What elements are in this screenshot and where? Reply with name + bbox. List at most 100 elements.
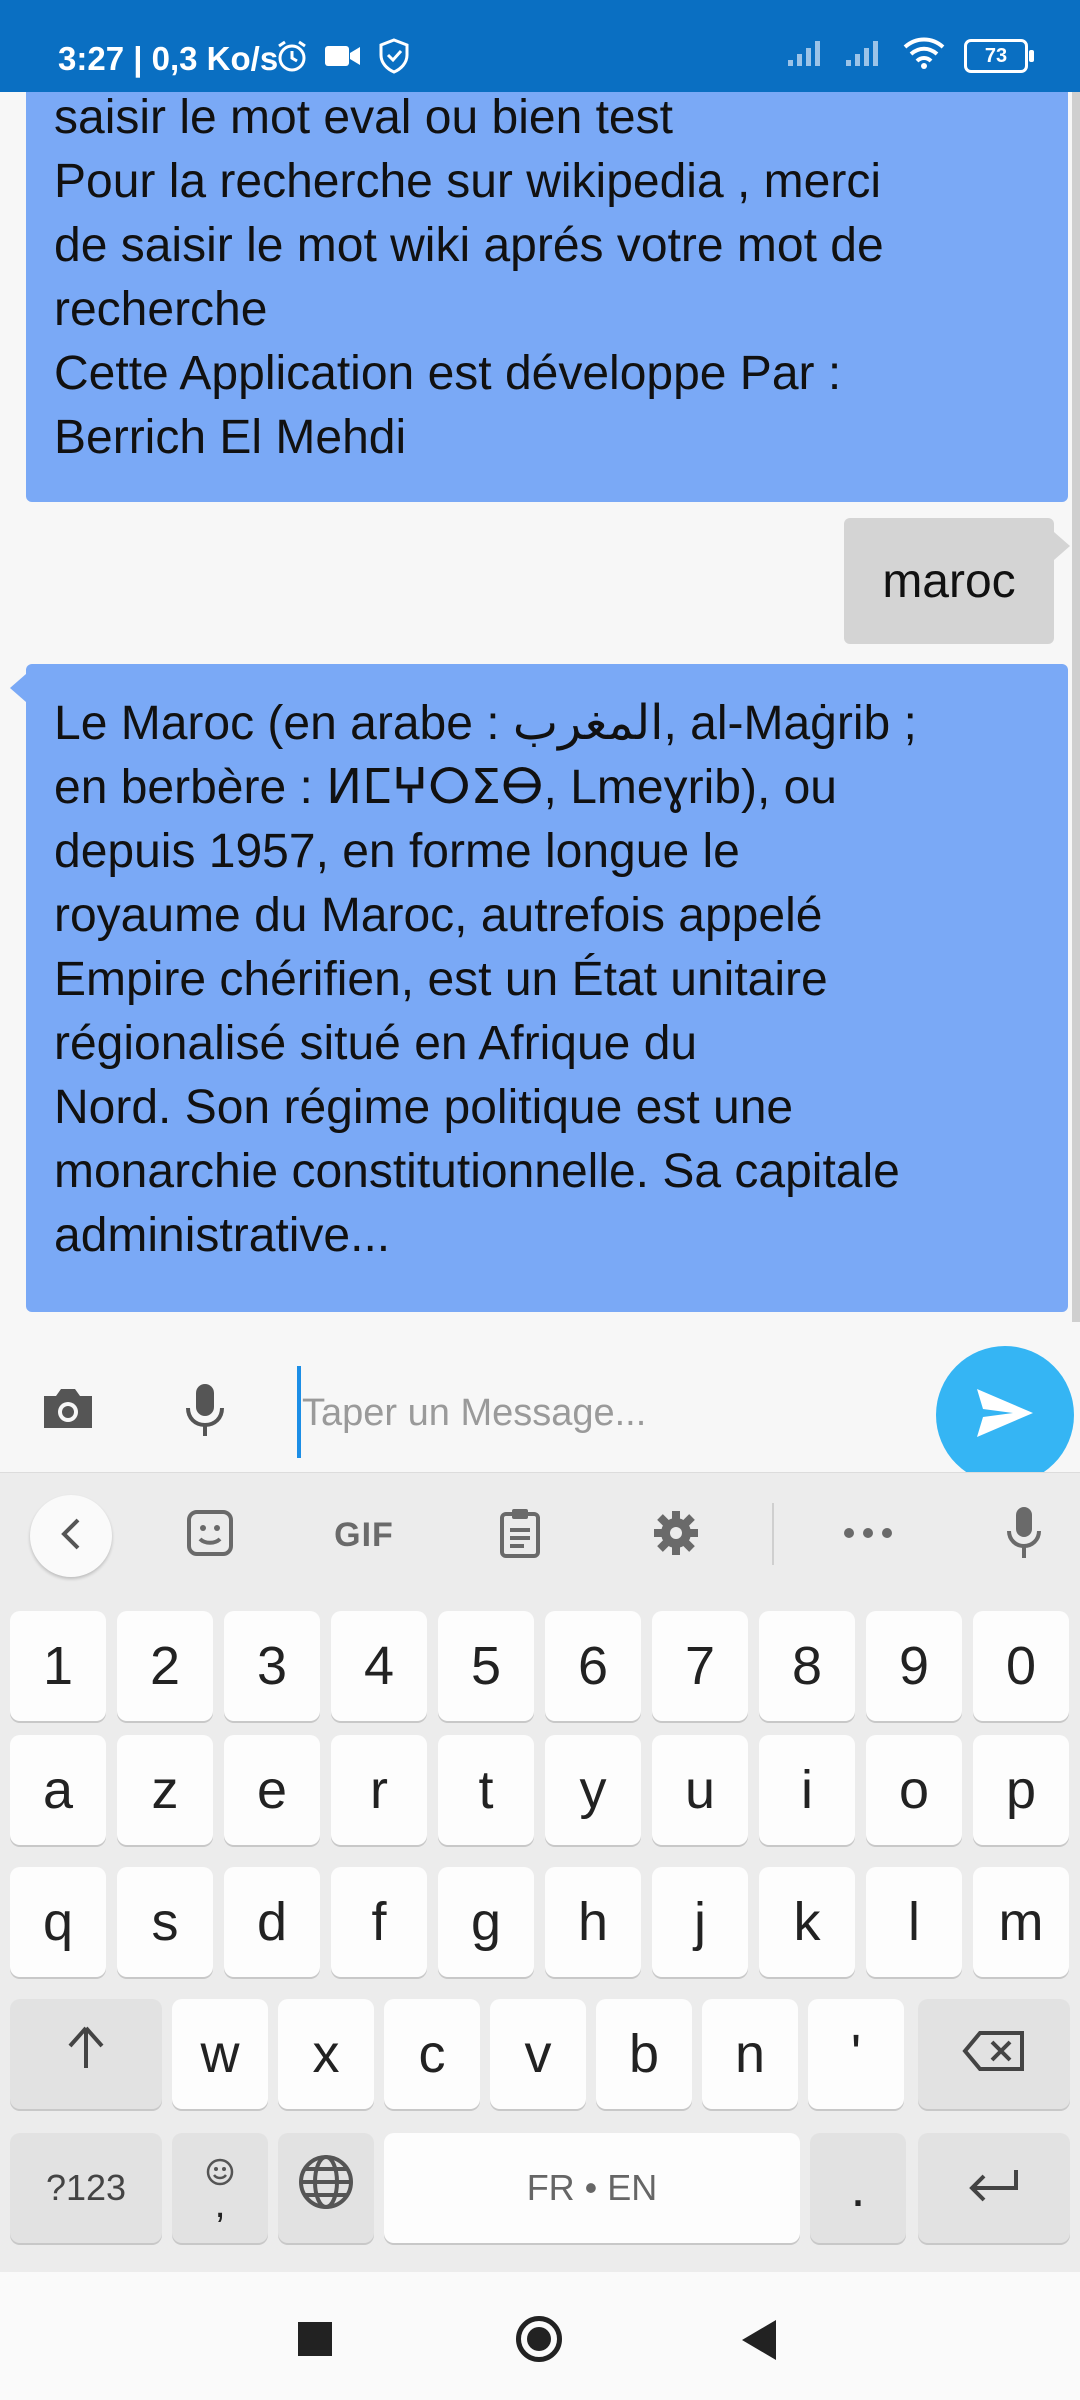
- key-k[interactable]: k: [759, 1867, 855, 1977]
- key-u[interactable]: u: [652, 1735, 748, 1845]
- key-w[interactable]: w: [172, 1999, 268, 2109]
- backspace-icon: [962, 2023, 1026, 2085]
- voice-input-button[interactable]: [984, 1495, 1064, 1575]
- more-button[interactable]: [828, 1495, 908, 1575]
- key-r[interactable]: r: [331, 1735, 427, 1845]
- key-x[interactable]: x: [278, 1999, 374, 2109]
- gif-button[interactable]: GIF: [324, 1495, 404, 1575]
- keyboard-back-button[interactable]: [30, 1495, 112, 1577]
- message-line: Empire chérifien, est un État unitaire: [54, 953, 828, 1006]
- space-bar[interactable]: FR • EN: [384, 2133, 800, 2243]
- key-i[interactable]: i: [759, 1735, 855, 1845]
- message-line: royaume du Maroc, autrefois appelé: [54, 889, 823, 942]
- message-line: Le Maroc (en arabe : المغرب, al-Maġrib ;: [54, 697, 917, 750]
- key-9[interactable]: 9: [866, 1611, 962, 1721]
- microphone-icon: [1004, 1505, 1044, 1566]
- chevron-left-icon: [56, 1516, 86, 1557]
- period-key[interactable]: .: [810, 2133, 906, 2243]
- message-composer: [0, 1322, 1080, 1484]
- keyboard-toolbar: GIF: [0, 1473, 1080, 1591]
- sticker-button[interactable]: [170, 1495, 250, 1575]
- message-line: Cette Application est développe Par :: [54, 347, 842, 400]
- key-q[interactable]: q: [10, 1867, 106, 1977]
- key-n[interactable]: n: [702, 1999, 798, 2109]
- key-apostrophe[interactable]: ': [808, 1999, 904, 2109]
- key-5[interactable]: 5: [438, 1611, 534, 1721]
- clipboard-button[interactable]: [480, 1495, 560, 1575]
- symbols-key[interactable]: ?123: [10, 2133, 162, 2243]
- recents-button[interactable]: [298, 2322, 332, 2356]
- key-7[interactable]: 7: [652, 1611, 748, 1721]
- alarm-icon: [275, 39, 309, 78]
- key-j[interactable]: j: [652, 1867, 748, 1977]
- message-line: recherche: [54, 283, 268, 336]
- key-b[interactable]: b: [596, 1999, 692, 2109]
- comma-label: ,: [214, 2182, 226, 2226]
- key-g[interactable]: g: [438, 1867, 534, 1977]
- key-s[interactable]: s: [117, 1867, 213, 1977]
- message-line: Berrich El Mehdi: [54, 411, 407, 464]
- signal-icon: [844, 38, 884, 73]
- key-l[interactable]: l: [866, 1867, 962, 1977]
- language-key[interactable]: [278, 2133, 374, 2243]
- send-icon: [973, 1385, 1037, 1446]
- key-c[interactable]: c: [384, 1999, 480, 2109]
- key-0[interactable]: 0: [973, 1611, 1069, 1721]
- clipboard-icon: [498, 1506, 542, 1565]
- chat-area[interactable]: saisir le mot eval ou bien test Pour la …: [0, 92, 1080, 1322]
- key-8[interactable]: 8: [759, 1611, 855, 1721]
- bot-message: Le Maroc (en arabe : المغرب, al-Maġrib ;…: [10, 664, 1068, 1312]
- settings-button[interactable]: [636, 1495, 716, 1575]
- back-button[interactable]: [742, 2320, 776, 2360]
- bot-message: saisir le mot eval ou bien test Pour la …: [26, 92, 1068, 502]
- wifi-icon: [902, 36, 946, 75]
- message-line: administrative...: [54, 1209, 391, 1262]
- shift-key[interactable]: [10, 1999, 162, 2109]
- enter-icon: [966, 2157, 1022, 2219]
- emoji-comma-key[interactable]: ,: [172, 2133, 268, 2243]
- send-button[interactable]: [936, 1346, 1074, 1484]
- key-o[interactable]: o: [866, 1735, 962, 1845]
- key-m[interactable]: m: [973, 1867, 1069, 1977]
- microphone-icon[interactable]: [182, 1380, 228, 1445]
- key-e[interactable]: e: [224, 1735, 320, 1845]
- shift-arrow-icon: [64, 2023, 108, 2085]
- key-t[interactable]: t: [438, 1735, 534, 1845]
- key-h[interactable]: h: [545, 1867, 641, 1977]
- key-f[interactable]: f: [331, 1867, 427, 1977]
- key-a[interactable]: a: [10, 1735, 106, 1845]
- message-line: depuis 1957, en forme longue le: [54, 825, 740, 878]
- home-button[interactable]: [516, 2316, 562, 2362]
- battery-icon: 73: [964, 38, 1034, 73]
- message-line: saisir le mot eval ou bien test: [54, 92, 673, 144]
- message-line: Nord. Son régime politique est une: [54, 1081, 794, 1134]
- shield-icon: [377, 38, 411, 79]
- enter-key[interactable]: [918, 2133, 1070, 2243]
- message-line: Pour la recherche sur wikipedia , merci: [54, 155, 881, 208]
- scrollbar[interactable]: [1072, 92, 1080, 1322]
- key-z[interactable]: z: [117, 1735, 213, 1845]
- sticker-icon: [185, 1508, 235, 1563]
- camera-icon[interactable]: [38, 1384, 98, 1439]
- message-input[interactable]: [300, 1374, 924, 1452]
- key-2[interactable]: 2: [117, 1611, 213, 1721]
- status-time: 3:27 | 0,3 Ko/s: [58, 40, 279, 77]
- key-v[interactable]: v: [490, 1999, 586, 2109]
- key-6[interactable]: 6: [545, 1611, 641, 1721]
- status-bar: 3:27 | 0,3 Ko/s 73: [0, 0, 1080, 92]
- key-3[interactable]: 3: [224, 1611, 320, 1721]
- message-line: monarchie constitutionnelle. Sa capitale: [54, 1145, 900, 1198]
- message-line: régionalisé situé en Afrique du: [54, 1017, 698, 1070]
- signal-icon: [786, 38, 826, 73]
- key-1[interactable]: 1: [10, 1611, 106, 1721]
- key-4[interactable]: 4: [331, 1611, 427, 1721]
- toolbar-divider: [772, 1503, 774, 1565]
- message-line: de saisir le mot wiki aprés votre mot de: [54, 219, 884, 272]
- key-d[interactable]: d: [224, 1867, 320, 1977]
- more-icon: [843, 1526, 893, 1544]
- key-p[interactable]: p: [973, 1735, 1069, 1845]
- message-line: en berbère : ⵍⵎⵖⵔⵉⴱ, Lmeɣrib), ou: [54, 761, 837, 814]
- virtual-keyboard: GIF 1 2 3 4 5 6 7 8 9 0 a z e r t y u i …: [0, 1472, 1080, 2273]
- backspace-key[interactable]: [918, 1999, 1070, 2109]
- key-y[interactable]: y: [545, 1735, 641, 1845]
